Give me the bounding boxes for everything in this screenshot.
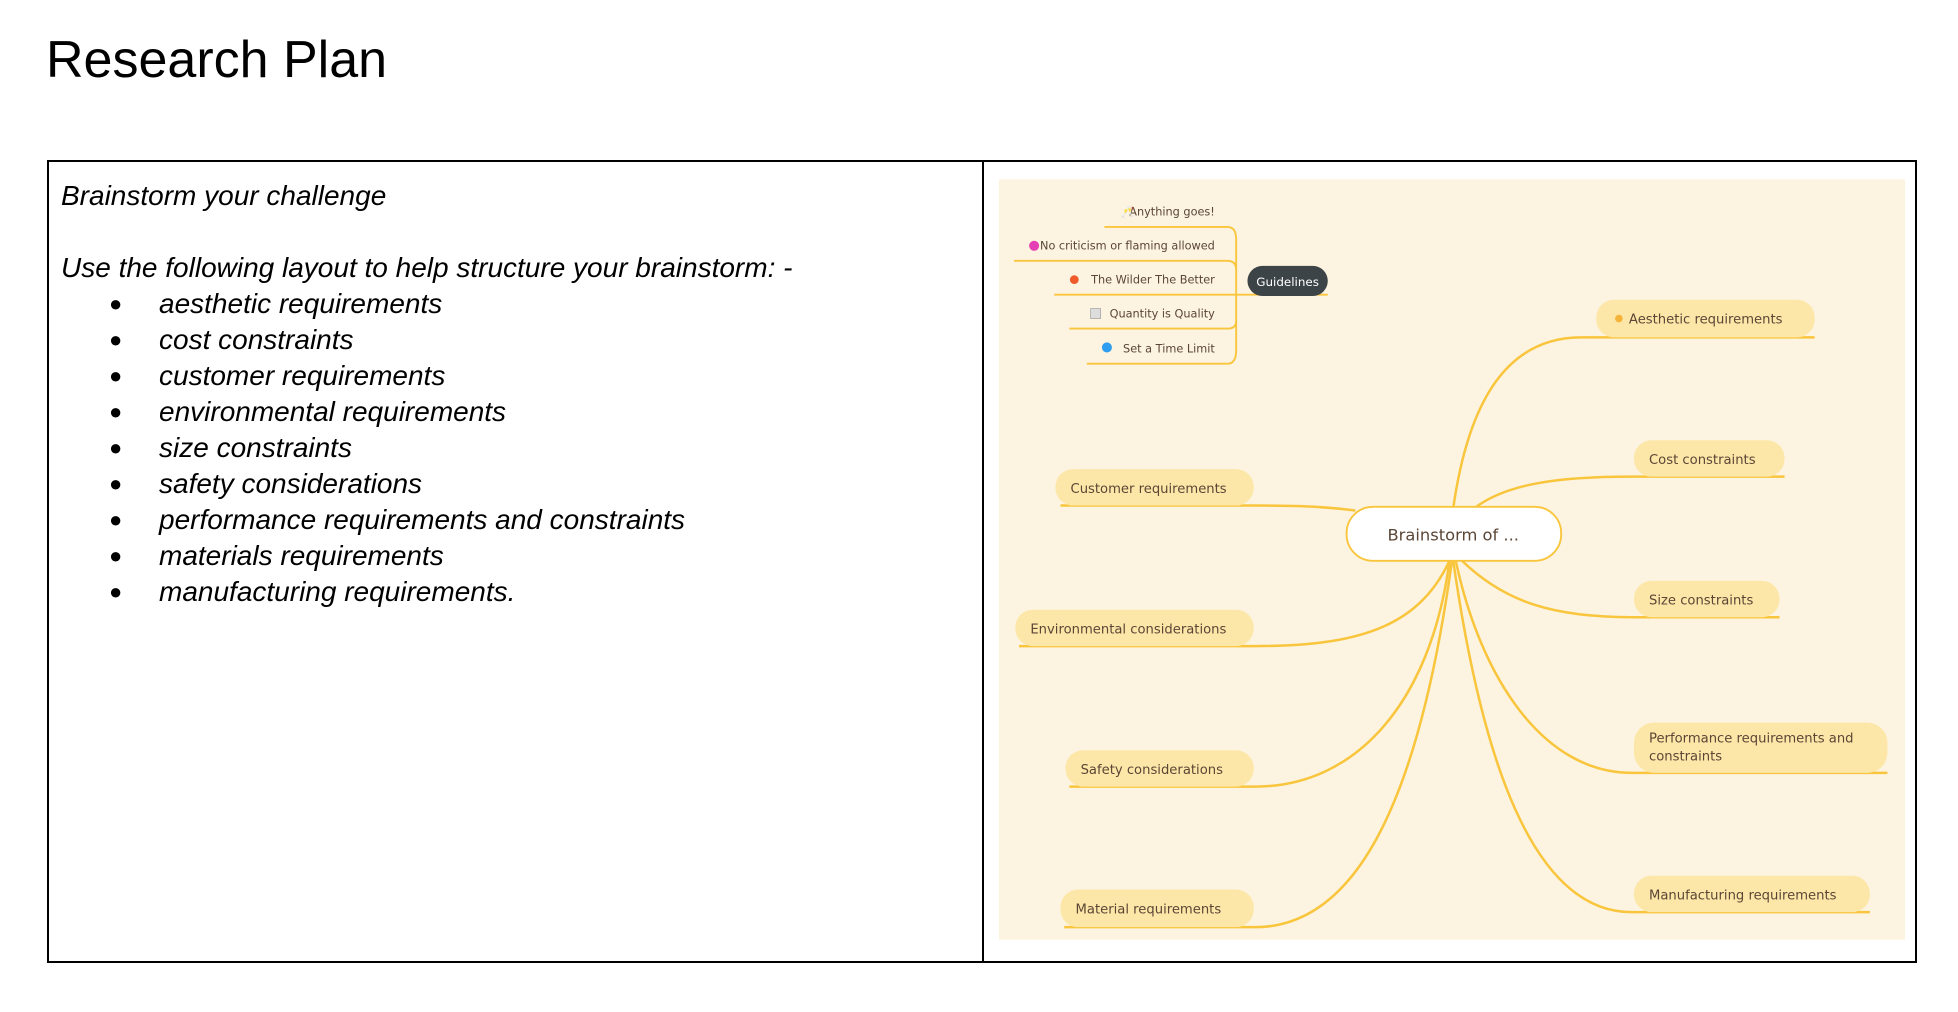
requirements-list: aesthetic requirements cost constraints … bbox=[61, 286, 970, 610]
list-item: cost constraints bbox=[61, 322, 970, 358]
chart-icon bbox=[1090, 308, 1101, 319]
mindmap-image[interactable]: Anything goes! 🥂 No criticism or flaming… bbox=[999, 179, 1905, 940]
branch-label: Cost constraints bbox=[1649, 453, 1756, 468]
branch-label: Safety considerations bbox=[1081, 763, 1224, 778]
branch-performance[interactable]: Performance requirements and constraints bbox=[1633, 722, 1888, 773]
center-label: Brainstorm of ... bbox=[1388, 526, 1519, 545]
guideline-item: Quantity is Quality bbox=[1110, 307, 1216, 320]
instructions-cell[interactable]: Brainstorm your challenge Use the follow… bbox=[49, 162, 984, 961]
center-node[interactable]: Brainstorm of ... bbox=[1345, 505, 1563, 562]
clinking-glasses-icon: 🥂 bbox=[1121, 206, 1135, 219]
branch-label: Material requirements bbox=[1076, 902, 1222, 917]
branch-label: Size constraints bbox=[1649, 594, 1753, 609]
list-item: aesthetic requirements bbox=[61, 286, 970, 322]
list-item: materials requirements bbox=[61, 538, 970, 574]
clock-icon bbox=[1101, 342, 1112, 353]
guideline-item: Set a Time Limit bbox=[1123, 342, 1215, 355]
branch-label: Aesthetic requirements bbox=[1629, 313, 1783, 328]
guideline-item: The Wilder The Better bbox=[1090, 273, 1215, 286]
guidelines-label: Guidelines bbox=[1256, 275, 1319, 289]
explosion-icon bbox=[1069, 275, 1079, 285]
branch-label: constraints bbox=[1649, 749, 1722, 764]
branch-material[interactable]: Material requirements bbox=[1060, 889, 1254, 928]
guidelines-node[interactable]: Guidelines bbox=[1247, 265, 1328, 296]
branch-size[interactable]: Size constraints bbox=[1633, 580, 1780, 618]
branch-label: Manufacturing requirements bbox=[1649, 889, 1837, 904]
page-title: Research Plan bbox=[46, 31, 388, 89]
guideline-item: No criticism or flaming allowed bbox=[1040, 240, 1215, 253]
list-item: performance requirements and constraints bbox=[61, 502, 970, 538]
research-plan-table: Brainstorm your challenge Use the follow… bbox=[47, 160, 1917, 963]
list-item: size constraints bbox=[61, 430, 970, 466]
list-item: customer requirements bbox=[61, 358, 970, 394]
intro-text: Use the following layout to help structu… bbox=[61, 252, 793, 283]
branch-safety[interactable]: Safety considerations bbox=[1065, 750, 1254, 787]
list-item: environmental requirements bbox=[61, 394, 970, 430]
branch-cost[interactable]: Cost constraints bbox=[1633, 440, 1785, 477]
list-item: safety considerations bbox=[61, 466, 970, 502]
branch-label: Performance requirements and bbox=[1649, 732, 1854, 747]
list-item: manufacturing requirements. bbox=[61, 574, 970, 610]
mindmap-cell[interactable]: Anything goes! 🥂 No criticism or flaming… bbox=[984, 162, 1915, 961]
branch-environmental[interactable]: Environmental considerations bbox=[1015, 609, 1254, 647]
heart-icon bbox=[1029, 240, 1040, 251]
branch-label: Environmental considerations bbox=[1030, 623, 1226, 638]
branch-customer[interactable]: Customer requirements bbox=[1055, 469, 1254, 506]
branch-aesthetic[interactable]: Aesthetic requirements bbox=[1596, 299, 1815, 338]
branch-manufacturing[interactable]: Manufacturing requirements bbox=[1633, 875, 1870, 913]
guideline-item: Anything goes! bbox=[1129, 206, 1215, 219]
lightbulb-icon bbox=[1615, 314, 1623, 323]
section-heading: Brainstorm your challenge bbox=[61, 180, 387, 211]
branch-label: Customer requirements bbox=[1071, 482, 1227, 497]
